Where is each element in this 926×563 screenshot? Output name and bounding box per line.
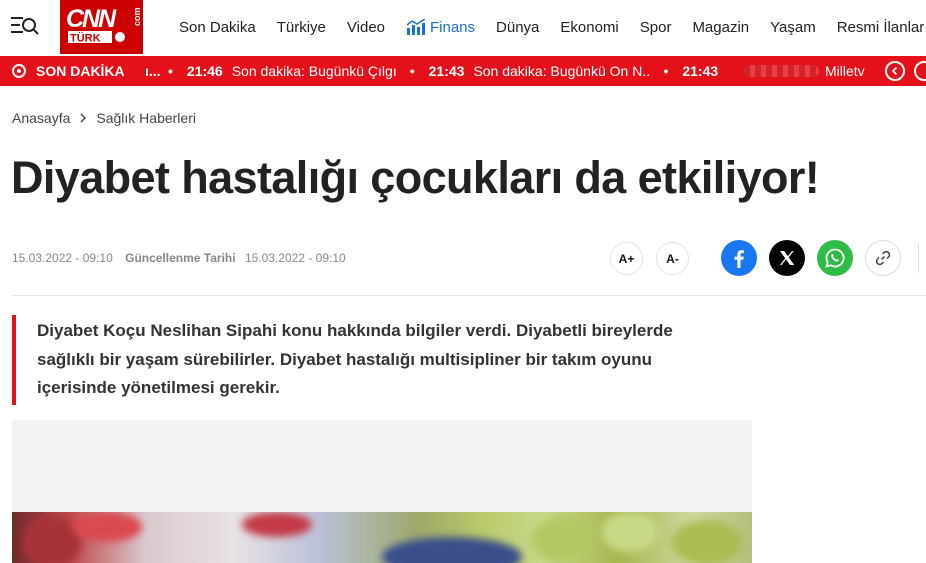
article-image-container [12,420,752,563]
breadcrumb-home[interactable]: Anasayfa [12,110,70,126]
ticker-item[interactable]: • 21:43 [663,63,727,79]
nav-dunya[interactable]: Dünya [496,19,539,36]
nav-turkiye[interactable]: Türkiye [277,19,326,36]
ticker-prev-button[interactable] [885,61,905,81]
article-summary: Diyabet Koçu Neslihan Sipahi konu hakkın… [12,315,732,405]
divider [12,295,926,296]
cnn-turk-logo[interactable]: CNN TÜRK com [60,0,143,54]
article-meta: 15.03.2022 - 09:10 Güncellenme Tarihi 15… [12,251,346,265]
ticker-item[interactable]: • 21:43 Son dakika: Bugünkü On N... [410,63,664,79]
svg-text:CNN: CNN [66,5,117,33]
ticker-source: Milletv [825,63,865,79]
ticker-next-button[interactable] [914,61,926,81]
main-nav: Son Dakika Türkiye Video Finans Dünya Ek… [179,0,926,54]
menu-search-icon[interactable] [11,14,39,38]
facebook-icon [734,250,744,268]
breadcrumb-category[interactable]: Sağlık Haberleri [96,110,196,126]
ticker-item[interactable]: • 21:46 Son dakika: Bugünkü Çılgın... [168,63,410,79]
link-icon [875,250,891,266]
ticker-bullet: • [409,63,415,79]
font-increase-button[interactable]: A+ [610,242,643,275]
published-date: 15.03.2022 - 09:10 [12,251,113,265]
chevron-right-icon [79,111,87,126]
whatsapp-icon [825,248,845,268]
ticker-time: 21:46 [186,63,223,79]
ticker-fragment[interactable]: ı... [145,63,161,79]
live-dot-icon [12,64,26,78]
breaking-news-bar: SON DAKİKA ı... • 21:46 Son dakika: Bugü… [0,56,926,86]
ticker-bullet: • [663,63,669,79]
x-share-button[interactable] [769,240,805,276]
ticker-bullet: • [168,63,173,79]
nav-magazin[interactable]: Magazin [692,19,749,36]
bar-chart-icon [406,19,426,35]
ticker-text: Son dakika: Bugünkü Çılgın... [231,63,396,79]
ticker-time: 21:43 [428,63,465,79]
nav-yasam[interactable]: Yaşam [770,19,816,36]
svg-text:com: com [132,7,142,26]
divider [918,243,919,273]
nav-son-dakika[interactable]: Son Dakika [179,19,256,36]
redacted-text [744,65,819,77]
nav-resmi-ilanlar[interactable]: Resmi İlanlar [837,19,925,36]
breaking-ticker: • 21:46 Son dakika: Bugünkü Çılgın... • … [168,63,727,79]
updated-label: Güncellenme Tarihi [125,251,236,265]
nav-finans[interactable]: Finans [406,19,475,36]
x-logo-icon [780,251,795,265]
summary-text: Diyabet Koçu Neslihan Sipahi konu hakkın… [37,321,673,397]
article-title: Diyabet hastalığı çocukları da etkiliyor… [11,152,820,203]
chevron-left-icon [891,66,898,76]
article-image[interactable] [12,512,752,563]
ticker-text: Son dakika: Bugünkü On N... [473,63,650,79]
nav-spor[interactable]: Spor [640,19,672,36]
updated-date: 15.03.2022 - 09:10 [244,251,346,265]
nav-video[interactable]: Video [347,19,385,36]
svg-text:TÜRK: TÜRK [70,32,101,45]
breadcrumb: Anasayfa Sağlık Haberleri [12,110,196,126]
whatsapp-share-button[interactable] [817,240,853,276]
font-decrease-button[interactable]: A- [656,242,689,275]
facebook-share-button[interactable] [721,240,757,276]
nav-finans-label: Finans [430,18,476,36]
breaking-title: SON DAKİKA [36,63,125,79]
copy-link-button[interactable] [865,240,901,276]
nav-ekonomi[interactable]: Ekonomi [560,19,618,36]
site-header: CNN TÜRK com Son Dakika Türkiye Video Fi… [0,0,926,56]
ticker-time: 21:43 [682,63,719,79]
